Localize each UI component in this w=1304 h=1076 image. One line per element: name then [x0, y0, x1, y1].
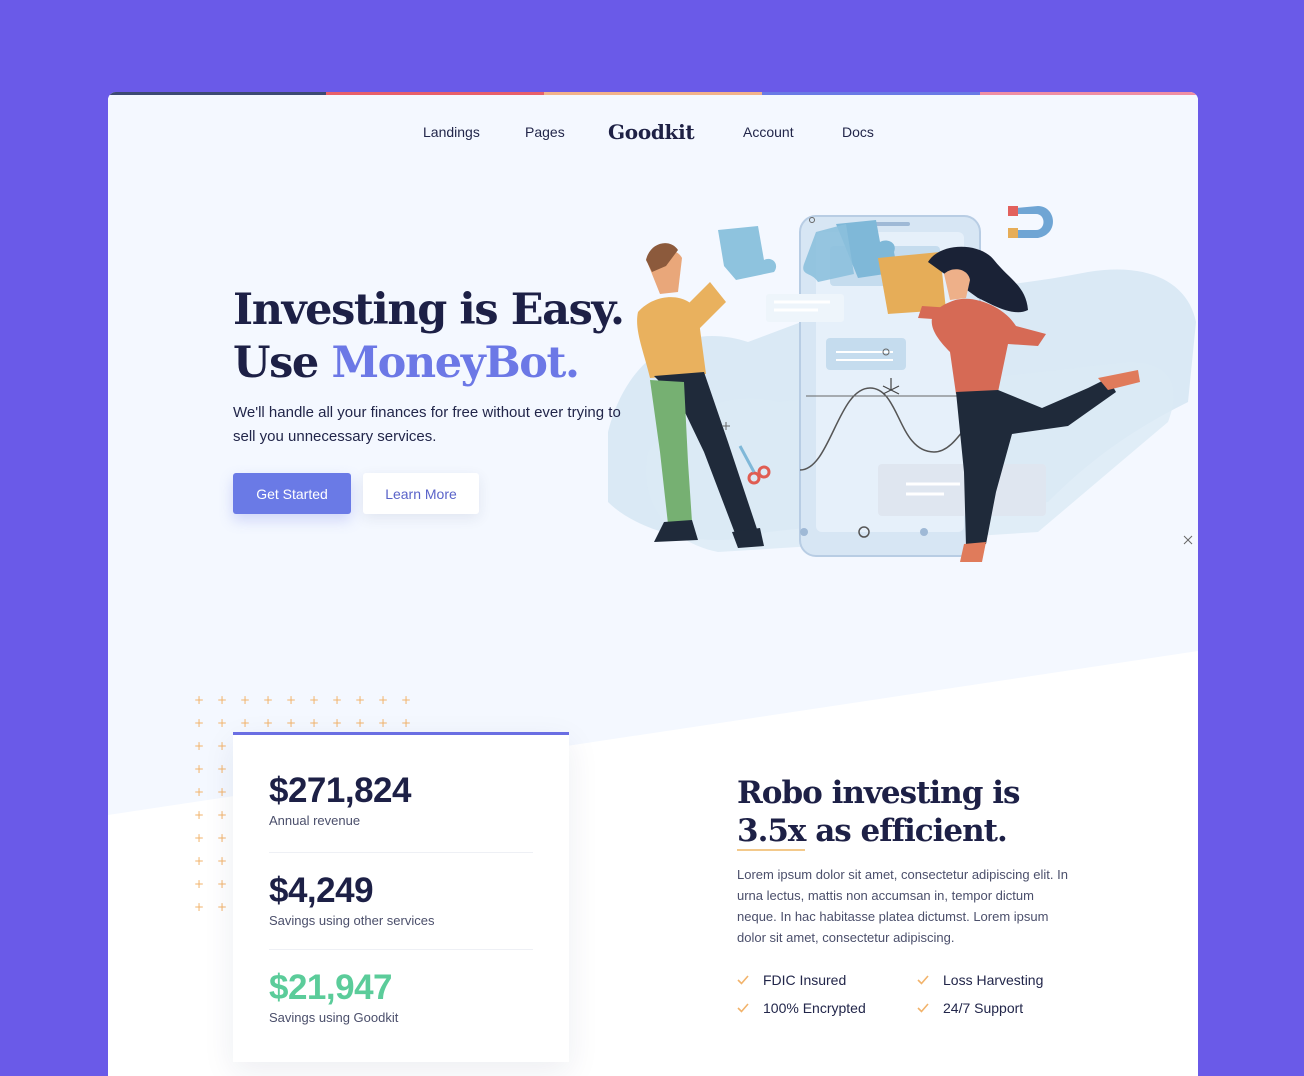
page-window: Landings Pages Goodkit Account Docs Inve… [108, 92, 1198, 1076]
hero-title-line2-prefix: Use [233, 338, 332, 388]
learn-more-button[interactable]: Learn More [363, 473, 479, 514]
robo-title-line1: Robo investing is [737, 775, 1020, 811]
svg-text:+: + [217, 693, 227, 707]
feature-item: Loss Harvesting [917, 972, 1097, 988]
svg-text:+: + [194, 808, 204, 822]
nav-link-pages[interactable]: Pages [525, 124, 565, 140]
feature-item: 100% Encrypted [737, 1000, 917, 1016]
svg-text:+: + [332, 693, 342, 707]
robo-section-title: Robo investing is 3.5x as efficient. [737, 774, 1020, 851]
svg-text:+: + [194, 854, 204, 868]
svg-text:+: + [217, 762, 227, 776]
svg-text:+: + [286, 693, 296, 707]
svg-text:+: + [309, 693, 319, 707]
svg-text:+: + [309, 716, 319, 730]
svg-text:+: + [217, 716, 227, 730]
svg-text:+: + [217, 808, 227, 822]
nav-link-landings[interactable]: Landings [423, 124, 480, 140]
svg-text:+: + [401, 716, 411, 730]
check-icon [917, 1003, 929, 1013]
svg-text:+: + [378, 716, 388, 730]
feature-list: FDIC Insured Loss Harvesting 100% Encryp… [737, 972, 1097, 1016]
stat-savings-goodkit: $21,947 Savings using Goodkit [269, 950, 533, 1047]
feature-item: FDIC Insured [737, 972, 917, 988]
hero-subtitle: We'll handle all your finances for free … [233, 404, 621, 445]
svg-text:+: + [240, 716, 250, 730]
svg-text:+: + [355, 716, 365, 730]
svg-text:+: + [401, 693, 411, 707]
stat-label: Savings using Goodkit [269, 1010, 399, 1025]
svg-text:+: + [217, 831, 227, 845]
robo-title-rest: as efficient. [805, 813, 1008, 849]
brand-logo[interactable]: Goodkit [608, 120, 695, 144]
svg-text:+: + [355, 693, 365, 707]
feature-label: Loss Harvesting [943, 972, 1044, 988]
stat-value: $4,249 [269, 871, 374, 910]
robo-section-body: Lorem ipsum dolor sit amet, consectetur … [737, 867, 1068, 945]
svg-text:+: + [194, 785, 204, 799]
svg-text:+: + [217, 900, 227, 912]
svg-text:+: + [194, 877, 204, 891]
hero-title-accent: MoneyBot. [331, 338, 580, 388]
check-icon [917, 975, 929, 985]
svg-text:+: + [217, 785, 227, 799]
svg-text:+: + [263, 716, 273, 730]
top-nav: Landings Pages Goodkit Account Docs [108, 92, 1198, 172]
svg-text:+: + [194, 762, 204, 776]
get-started-button[interactable]: Get Started [233, 473, 351, 514]
svg-text:+: + [194, 831, 204, 845]
stat-value: $21,947 [269, 968, 393, 1007]
svg-text:+: + [217, 877, 227, 891]
feature-label: 24/7 Support [943, 1000, 1024, 1016]
svg-text:+: + [217, 854, 227, 868]
svg-text:+: + [194, 900, 204, 912]
check-icon [737, 975, 749, 985]
stat-value: $271,824 [269, 771, 411, 810]
hero-title-line1: Investing is Easy. [233, 285, 625, 335]
nav-link-docs[interactable]: Docs [842, 124, 874, 140]
stat-annual-revenue: $271,824 Annual revenue [269, 735, 533, 853]
stats-card: $271,824 Annual revenue $4,249 Savings u… [233, 732, 569, 1062]
svg-text:+: + [194, 693, 204, 707]
hero-illustration [608, 206, 1196, 562]
svg-text:+: + [332, 716, 342, 730]
svg-text:+: + [240, 693, 250, 707]
feature-item: 24/7 Support [917, 1000, 1097, 1016]
hero-title: Investing is Easy. Use MoneyBot. [233, 284, 625, 390]
svg-text:+: + [194, 739, 204, 753]
stat-label: Savings using other services [269, 913, 435, 928]
svg-text:+: + [194, 716, 204, 730]
nav-link-account[interactable]: Account [743, 124, 794, 140]
feature-label: 100% Encrypted [763, 1000, 866, 1016]
stat-savings-other: $4,249 Savings using other services [269, 853, 533, 950]
check-icon [737, 1003, 749, 1013]
robo-title-highlight: 3.5x [737, 813, 806, 851]
svg-text:+: + [217, 739, 227, 753]
stat-label: Annual revenue [269, 813, 361, 828]
svg-text:+: + [263, 693, 273, 707]
svg-text:+: + [286, 716, 296, 730]
svg-text:+: + [378, 693, 388, 707]
feature-label: FDIC Insured [763, 972, 847, 988]
